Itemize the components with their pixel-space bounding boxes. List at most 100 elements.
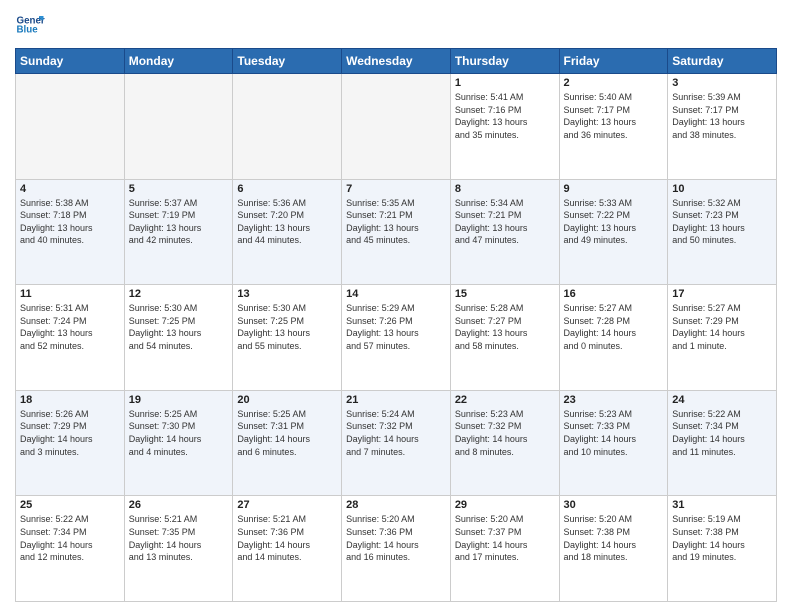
day-info: Sunrise: 5:24 AM Sunset: 7:32 PM Dayligh… — [346, 408, 446, 458]
day-info: Sunrise: 5:25 AM Sunset: 7:30 PM Dayligh… — [129, 408, 229, 458]
calendar-header-sunday: Sunday — [16, 49, 125, 74]
calendar-cell: 17 Sunrise: 5:27 AM Sunset: 7:29 PM Dayli… — [668, 285, 777, 391]
day-number: 2 — [564, 77, 664, 89]
calendar-cell: 26 Sunrise: 5:21 AM Sunset: 7:35 PM Dayli… — [124, 496, 233, 602]
calendar-cell: 19Sunrise: 5:25 AM Sunset: 7:30 PM Dayli… — [124, 390, 233, 496]
day-info: Sunrise: 5:34 AM Sunset: 7:21 PM Dayligh… — [455, 197, 555, 247]
day-number: 28 — [346, 499, 446, 511]
calendar-cell: 27Sunrise: 5:21 AM Sunset: 7:36 PM Dayli… — [233, 496, 342, 602]
day-number: 9 — [564, 183, 664, 195]
calendar-cell — [342, 74, 451, 180]
calendar-cell — [124, 74, 233, 180]
calendar-header-saturday: Saturday — [668, 49, 777, 74]
day-number: 24 — [672, 394, 772, 406]
calendar-cell: 8 Sunrise: 5:34 AM Sunset: 7:21 PM Daylig… — [450, 179, 559, 285]
logo-icon: General Blue — [15, 10, 45, 40]
page: General Blue SundayMondayTuesdayWednesda… — [0, 0, 792, 612]
calendar-week-row: 4 Sunrise: 5:38 AM Sunset: 7:18 PM Daylig… — [16, 179, 777, 285]
calendar-cell: 12 Sunrise: 5:30 AM Sunset: 7:25 PM Dayli… — [124, 285, 233, 391]
day-number: 15 — [455, 288, 555, 300]
calendar-cell: 21 Sunrise: 5:24 AM Sunset: 7:32 PM Dayli… — [342, 390, 451, 496]
calendar-cell: 4 Sunrise: 5:38 AM Sunset: 7:18 PM Daylig… — [16, 179, 125, 285]
day-number: 4 — [20, 183, 120, 195]
day-info: Sunrise: 5:23 AM Sunset: 7:32 PM Dayligh… — [455, 408, 555, 458]
day-number: 29 — [455, 499, 555, 511]
day-info: Sunrise: 5:21 AM Sunset: 7:35 PM Dayligh… — [129, 513, 229, 563]
calendar-cell: 2Sunrise: 5:40 AM Sunset: 7:17 PM Daylig… — [559, 74, 668, 180]
day-number: 11 — [20, 288, 120, 300]
day-info: Sunrise: 5:37 AM Sunset: 7:19 PM Dayligh… — [129, 197, 229, 247]
day-info: Sunrise: 5:19 AM Sunset: 7:38 PM Dayligh… — [672, 513, 772, 563]
day-info: Sunrise: 5:35 AM Sunset: 7:21 PM Dayligh… — [346, 197, 446, 247]
calendar-cell: 9 Sunrise: 5:33 AM Sunset: 7:22 PM Daylig… — [559, 179, 668, 285]
svg-text:Blue: Blue — [17, 25, 39, 36]
calendar-header-tuesday: Tuesday — [233, 49, 342, 74]
calendar-cell — [233, 74, 342, 180]
day-number: 10 — [672, 183, 772, 195]
day-info: Sunrise: 5:31 AM Sunset: 7:24 PM Dayligh… — [20, 302, 120, 352]
day-number: 14 — [346, 288, 446, 300]
day-number: 31 — [672, 499, 772, 511]
header: General Blue — [15, 10, 777, 40]
calendar-cell: 25Sunrise: 5:22 AM Sunset: 7:34 PM Dayli… — [16, 496, 125, 602]
calendar-week-row: 18Sunrise: 5:26 AM Sunset: 7:29 PM Dayli… — [16, 390, 777, 496]
calendar-week-row: 11 Sunrise: 5:31 AM Sunset: 7:24 PM Dayli… — [16, 285, 777, 391]
calendar-week-row: 25Sunrise: 5:22 AM Sunset: 7:34 PM Dayli… — [16, 496, 777, 602]
calendar-cell: 11 Sunrise: 5:31 AM Sunset: 7:24 PM Dayli… — [16, 285, 125, 391]
day-number: 1 — [455, 77, 555, 89]
day-number: 23 — [564, 394, 664, 406]
calendar-cell: 28Sunrise: 5:20 AM Sunset: 7:36 PM Dayli… — [342, 496, 451, 602]
day-number: 3 — [672, 77, 772, 89]
calendar-header-thursday: Thursday — [450, 49, 559, 74]
calendar-cell: 1 Sunrise: 5:41 AM Sunset: 7:16 PM Daylig… — [450, 74, 559, 180]
day-info: Sunrise: 5:32 AM Sunset: 7:23 PM Dayligh… — [672, 197, 772, 247]
calendar-cell: 31 Sunrise: 5:19 AM Sunset: 7:38 PM Dayli… — [668, 496, 777, 602]
day-info: Sunrise: 5:20 AM Sunset: 7:37 PM Dayligh… — [455, 513, 555, 563]
day-number: 25 — [20, 499, 120, 511]
day-number: 21 — [346, 394, 446, 406]
day-info: Sunrise: 5:33 AM Sunset: 7:22 PM Dayligh… — [564, 197, 664, 247]
calendar-header-friday: Friday — [559, 49, 668, 74]
calendar-cell: 3 Sunrise: 5:39 AM Sunset: 7:17 PM Daylig… — [668, 74, 777, 180]
day-info: Sunrise: 5:39 AM Sunset: 7:17 PM Dayligh… — [672, 91, 772, 141]
day-number: 16 — [564, 288, 664, 300]
day-info: Sunrise: 5:26 AM Sunset: 7:29 PM Dayligh… — [20, 408, 120, 458]
calendar-cell: 16 Sunrise: 5:27 AM Sunset: 7:28 PM Dayli… — [559, 285, 668, 391]
day-info: Sunrise: 5:27 AM Sunset: 7:28 PM Dayligh… — [564, 302, 664, 352]
day-info: Sunrise: 5:41 AM Sunset: 7:16 PM Dayligh… — [455, 91, 555, 141]
day-number: 6 — [237, 183, 337, 195]
day-info: Sunrise: 5:30 AM Sunset: 7:25 PM Dayligh… — [129, 302, 229, 352]
day-info: Sunrise: 5:20 AM Sunset: 7:38 PM Dayligh… — [564, 513, 664, 563]
calendar-cell: 30 Sunrise: 5:20 AM Sunset: 7:38 PM Dayli… — [559, 496, 668, 602]
calendar-cell: 13Sunrise: 5:30 AM Sunset: 7:25 PM Dayli… — [233, 285, 342, 391]
calendar-cell: 14 Sunrise: 5:29 AM Sunset: 7:26 PM Dayli… — [342, 285, 451, 391]
day-number: 8 — [455, 183, 555, 195]
day-number: 26 — [129, 499, 229, 511]
day-number: 17 — [672, 288, 772, 300]
day-number: 12 — [129, 288, 229, 300]
calendar-cell: 7Sunrise: 5:35 AM Sunset: 7:21 PM Daylig… — [342, 179, 451, 285]
day-info: Sunrise: 5:21 AM Sunset: 7:36 PM Dayligh… — [237, 513, 337, 563]
day-info: Sunrise: 5:36 AM Sunset: 7:20 PM Dayligh… — [237, 197, 337, 247]
calendar-cell: 23 Sunrise: 5:23 AM Sunset: 7:33 PM Dayli… — [559, 390, 668, 496]
calendar-cell: 18Sunrise: 5:26 AM Sunset: 7:29 PM Dayli… — [16, 390, 125, 496]
day-number: 5 — [129, 183, 229, 195]
calendar-cell: 15Sunrise: 5:28 AM Sunset: 7:27 PM Dayli… — [450, 285, 559, 391]
calendar-cell: 22 Sunrise: 5:23 AM Sunset: 7:32 PM Dayli… — [450, 390, 559, 496]
calendar-header-monday: Monday — [124, 49, 233, 74]
calendar-header-row: SundayMondayTuesdayWednesdayThursdayFrid… — [16, 49, 777, 74]
day-info: Sunrise: 5:23 AM Sunset: 7:33 PM Dayligh… — [564, 408, 664, 458]
day-number: 30 — [564, 499, 664, 511]
day-info: Sunrise: 5:29 AM Sunset: 7:26 PM Dayligh… — [346, 302, 446, 352]
calendar-table: SundayMondayTuesdayWednesdayThursdayFrid… — [15, 48, 777, 602]
day-info: Sunrise: 5:38 AM Sunset: 7:18 PM Dayligh… — [20, 197, 120, 247]
calendar-week-row: 1 Sunrise: 5:41 AM Sunset: 7:16 PM Daylig… — [16, 74, 777, 180]
calendar-cell: 6 Sunrise: 5:36 AM Sunset: 7:20 PM Daylig… — [233, 179, 342, 285]
calendar-cell: 29 Sunrise: 5:20 AM Sunset: 7:37 PM Dayli… — [450, 496, 559, 602]
day-info: Sunrise: 5:22 AM Sunset: 7:34 PM Dayligh… — [672, 408, 772, 458]
calendar-cell: 20Sunrise: 5:25 AM Sunset: 7:31 PM Dayli… — [233, 390, 342, 496]
calendar-cell: 5 Sunrise: 5:37 AM Sunset: 7:19 PM Daylig… — [124, 179, 233, 285]
day-info: Sunrise: 5:27 AM Sunset: 7:29 PM Dayligh… — [672, 302, 772, 352]
logo: General Blue — [15, 10, 45, 40]
day-number: 22 — [455, 394, 555, 406]
